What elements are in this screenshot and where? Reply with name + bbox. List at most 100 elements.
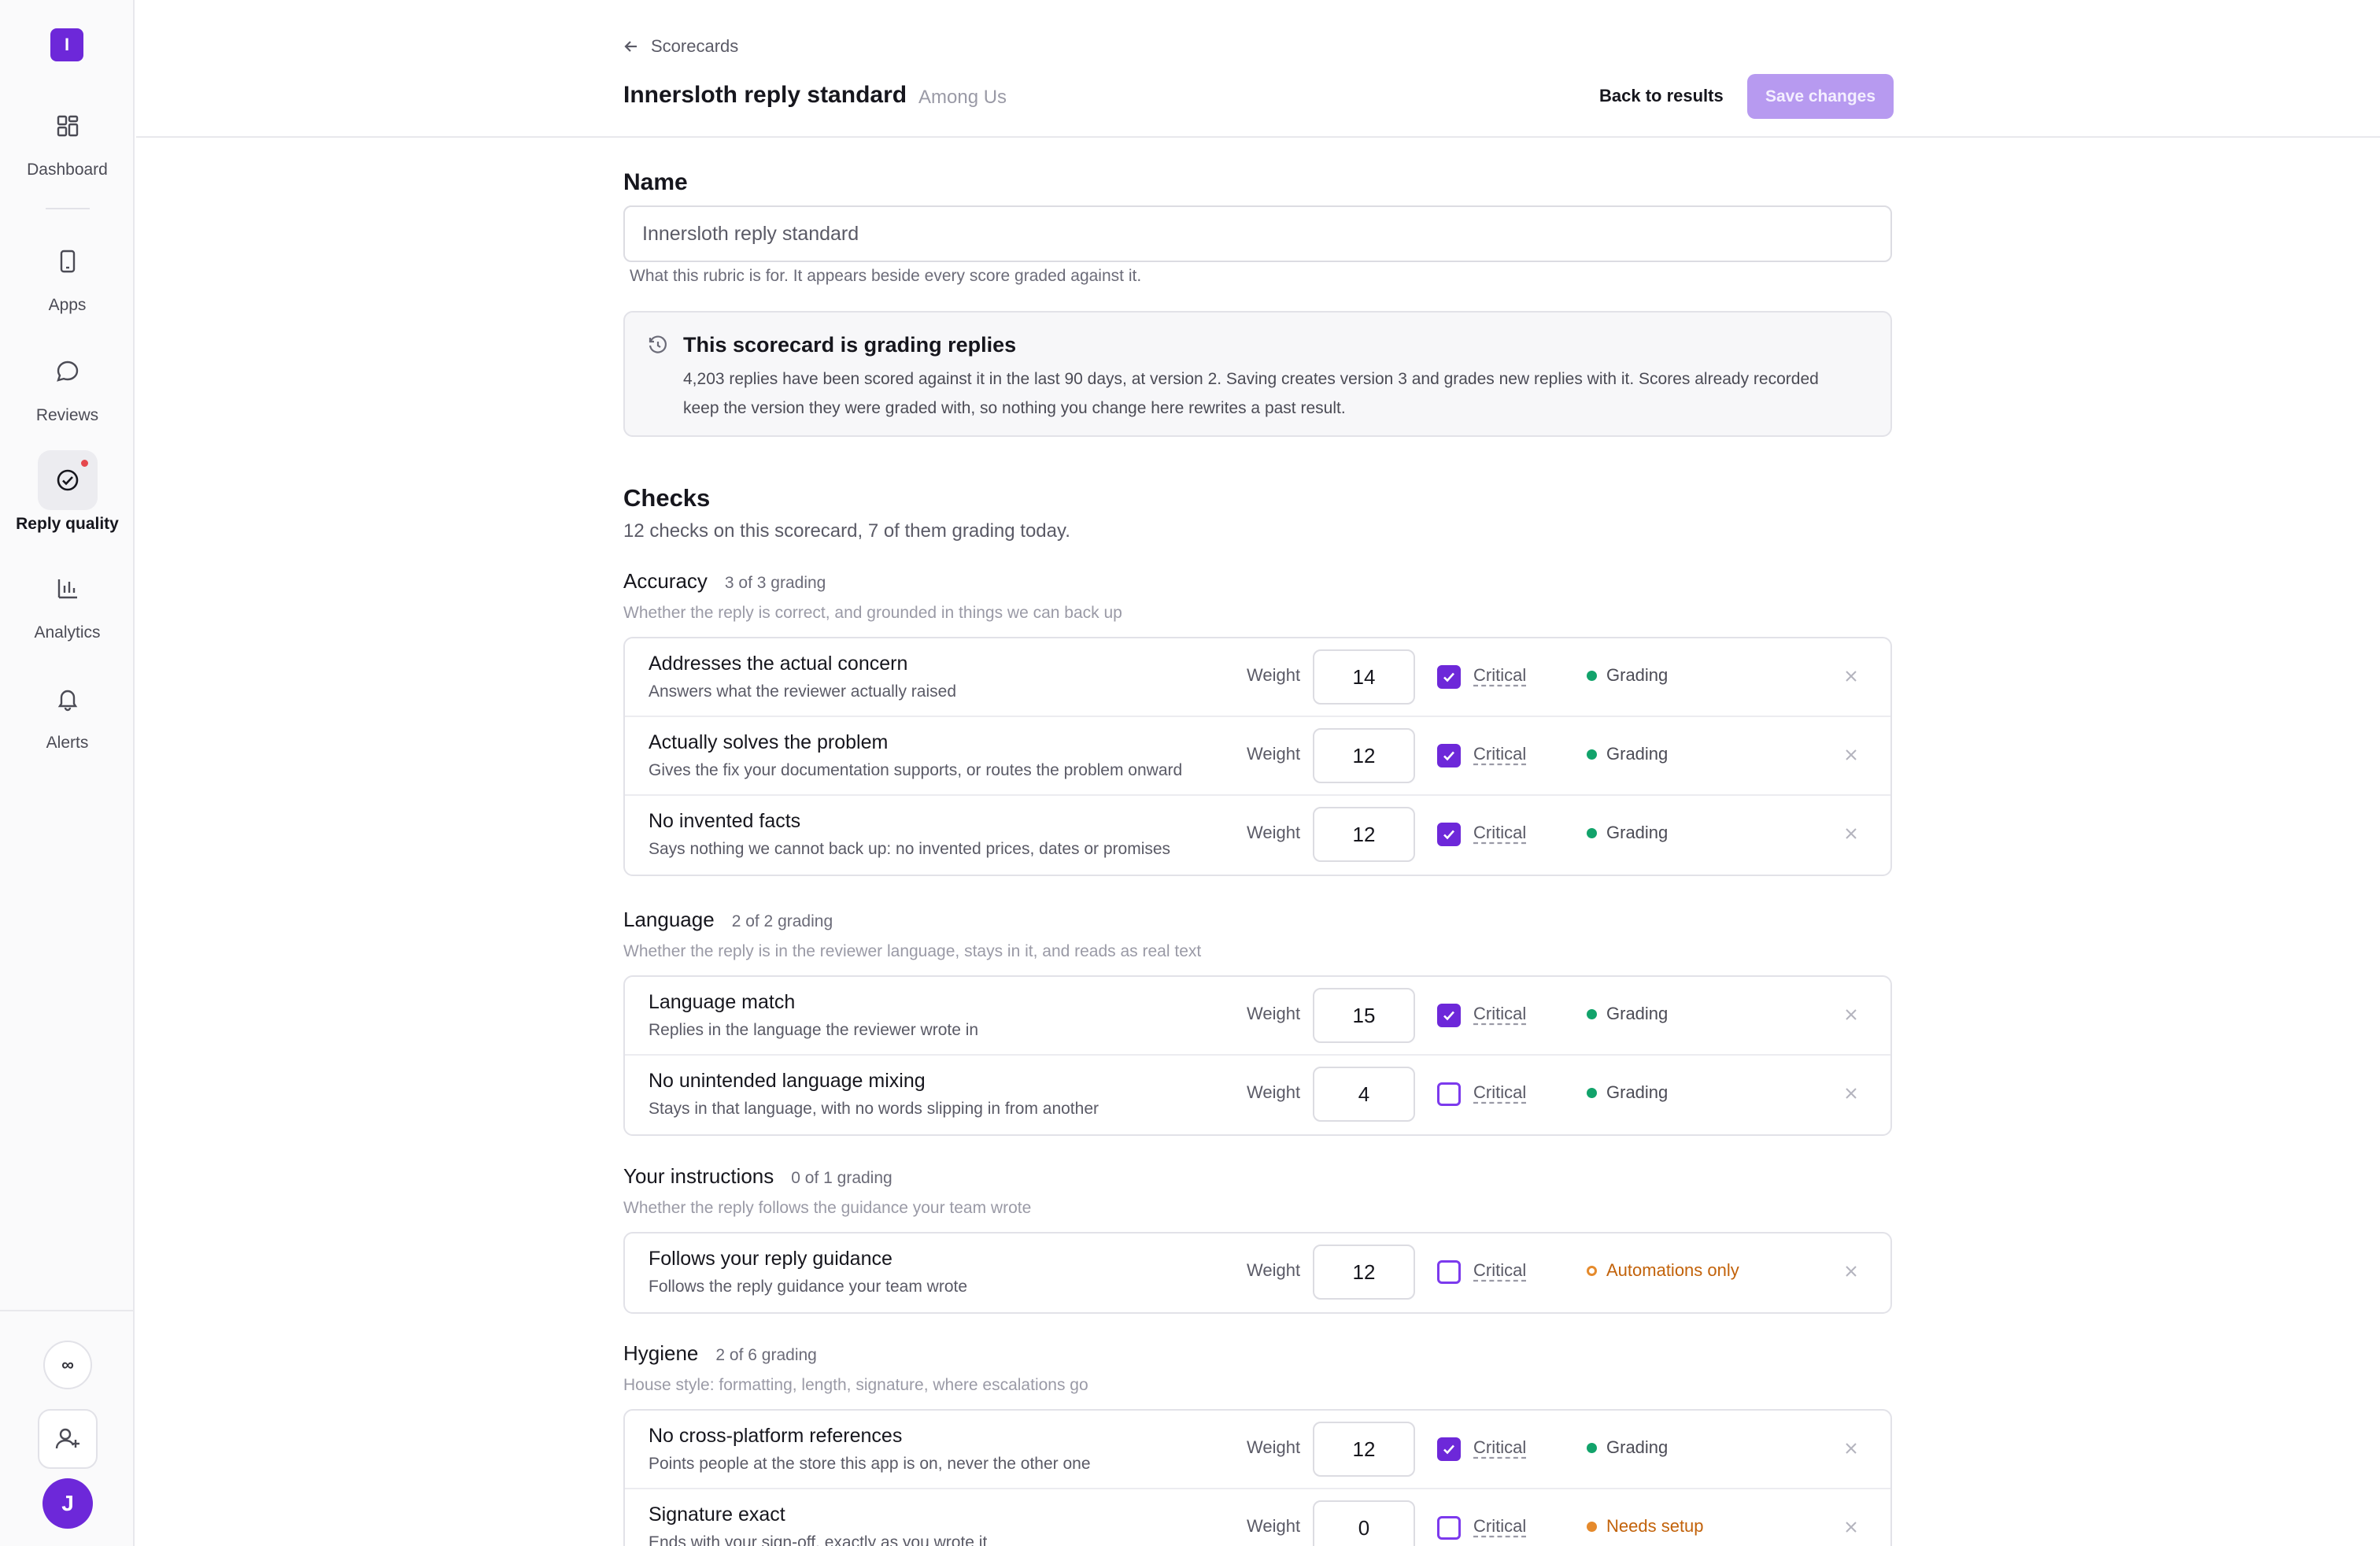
status-dot xyxy=(1587,749,1597,760)
check-title: No unintended language mixing xyxy=(649,1070,926,1092)
remove-check-button[interactable] xyxy=(1837,1513,1865,1541)
weight-label: Weight xyxy=(1247,1437,1301,1457)
check-description: Ends with your sign-off, exactly as you … xyxy=(649,1533,988,1546)
weight-input[interactable]: 12 xyxy=(1313,1422,1415,1477)
check-title: No invented facts xyxy=(649,810,801,832)
check-description: Answers what the reviewer actually raise… xyxy=(649,682,957,701)
save-changes-button[interactable]: Save changes xyxy=(1747,74,1894,119)
check-title: Actually solves the problem xyxy=(649,731,889,753)
status-label: Grading xyxy=(1606,744,1669,764)
weight-label: Weight xyxy=(1247,744,1301,764)
critical-checkbox[interactable] xyxy=(1437,1004,1461,1027)
critical-checkbox[interactable] xyxy=(1437,1437,1461,1461)
grading-info-banner: This scorecard is grading replies 4,203 … xyxy=(623,311,1892,437)
nav-dashboard[interactable]: Dashboard xyxy=(0,96,135,179)
back-to-results-button[interactable]: Back to results xyxy=(1587,74,1736,118)
group-description: Whether the reply is in the reviewer lan… xyxy=(623,942,1202,960)
remove-check-button[interactable] xyxy=(1837,819,1865,848)
weight-input[interactable]: 4 xyxy=(1313,1067,1415,1122)
name-help-text: What this rubric is for. It appears besi… xyxy=(630,267,1142,285)
nav-label: Apps xyxy=(48,296,87,314)
weight-input[interactable]: 12 xyxy=(1313,807,1415,862)
critical-checkbox[interactable] xyxy=(1437,744,1461,767)
status-label: Automations only xyxy=(1606,1260,1739,1280)
status-label: Grading xyxy=(1606,665,1669,685)
weight-input[interactable]: 14 xyxy=(1313,649,1415,705)
status-badge: Automations only xyxy=(1587,1260,1739,1281)
critical-checkbox[interactable] xyxy=(1437,1082,1461,1106)
status-label: Grading xyxy=(1606,1437,1669,1457)
weight-input[interactable]: 12 xyxy=(1313,1245,1415,1300)
remove-check-button[interactable] xyxy=(1837,1257,1865,1285)
infinity-button[interactable]: ∞ xyxy=(43,1341,92,1389)
weight-input[interactable]: 15 xyxy=(1313,988,1415,1043)
remove-check-button[interactable] xyxy=(1837,741,1865,769)
group-count: 2 of 2 grading xyxy=(731,912,833,930)
weight-input[interactable]: 0 xyxy=(1313,1500,1415,1546)
weight-label: Weight xyxy=(1247,1260,1301,1280)
weight-label: Weight xyxy=(1247,1082,1301,1102)
critical-label[interactable]: Critical xyxy=(1473,1260,1526,1281)
checks-card: No cross-platform references Points peop… xyxy=(623,1409,1892,1546)
check-row: Language match Replies in the language t… xyxy=(625,977,1890,1056)
critical-label[interactable]: Critical xyxy=(1473,744,1526,764)
check-title: Follows your reply guidance xyxy=(649,1248,893,1270)
checks-summary: 12 checks on this scorecard, 7 of them g… xyxy=(623,520,1070,542)
checks-heading: Checks xyxy=(623,484,711,512)
status-dot xyxy=(1587,1087,1597,1098)
nav-reviews[interactable]: Reviews xyxy=(0,342,135,425)
app-logo[interactable]: I xyxy=(50,28,83,61)
status-badge: Grading xyxy=(1587,1082,1668,1103)
check-row: Follows your reply guidance Follows the … xyxy=(625,1233,1890,1312)
group-count: 0 of 1 grading xyxy=(791,1169,893,1187)
checkmark-icon xyxy=(1443,751,1454,761)
remove-check-button[interactable] xyxy=(1837,1079,1865,1108)
weight-input[interactable]: 12 xyxy=(1313,728,1415,783)
weight-label: Weight xyxy=(1247,1516,1301,1536)
breadcrumb[interactable]: Scorecards xyxy=(623,36,738,57)
critical-label[interactable]: Critical xyxy=(1473,1004,1526,1024)
nav-label: Dashboard xyxy=(27,161,108,179)
check-title: Signature exact xyxy=(649,1503,785,1526)
add-user-icon xyxy=(55,1428,79,1449)
close-icon xyxy=(1846,1088,1857,1099)
group-count: 2 of 6 grading xyxy=(715,1346,817,1364)
nav-analytics[interactable]: Analytics xyxy=(0,559,135,642)
sidebar-divider xyxy=(0,1310,135,1311)
critical-checkbox[interactable] xyxy=(1437,665,1461,689)
status-label: Grading xyxy=(1606,1082,1669,1102)
status-badge: Grading xyxy=(1587,1004,1668,1024)
history-icon xyxy=(647,335,669,361)
group-name: Language xyxy=(623,908,715,931)
critical-label[interactable]: Critical xyxy=(1473,1082,1526,1103)
nav-apps[interactable]: Apps xyxy=(0,231,135,315)
critical-checkbox[interactable] xyxy=(1437,823,1461,846)
checks-card: Language match Replies in the language t… xyxy=(623,975,1892,1136)
group-description: Whether the reply is correct, and ground… xyxy=(623,604,1122,622)
critical-checkbox[interactable] xyxy=(1437,1516,1461,1540)
invite-user-button[interactable] xyxy=(38,1409,98,1469)
critical-label[interactable]: Critical xyxy=(1473,823,1526,843)
check-row: No unintended language mixing Stays in t… xyxy=(625,1056,1890,1134)
status-label: Grading xyxy=(1606,1004,1669,1023)
chat-bubble-icon xyxy=(38,342,98,401)
nav-divider xyxy=(46,208,90,209)
remove-check-button[interactable] xyxy=(1837,1000,1865,1029)
critical-label[interactable]: Critical xyxy=(1473,1437,1526,1458)
close-icon xyxy=(1846,749,1857,760)
critical-checkbox[interactable] xyxy=(1437,1260,1461,1284)
critical-label[interactable]: Critical xyxy=(1473,665,1526,686)
critical-label[interactable]: Critical xyxy=(1473,1516,1526,1537)
group-header: Hygiene 2 of 6 grading xyxy=(623,1341,817,1366)
nav-alerts[interactable]: Alerts xyxy=(0,669,135,753)
status-badge: Grading xyxy=(1587,1437,1668,1458)
notification-dot xyxy=(79,458,90,468)
remove-check-button[interactable] xyxy=(1837,1434,1865,1463)
name-input[interactable] xyxy=(623,205,1892,262)
group-header: Accuracy 3 of 3 grading xyxy=(623,569,826,594)
check-row: No invented facts Says nothing we cannot… xyxy=(625,796,1890,875)
status-badge: Grading xyxy=(1587,665,1668,686)
remove-check-button[interactable] xyxy=(1837,662,1865,690)
user-avatar[interactable]: J xyxy=(42,1478,93,1529)
nav-reply-quality[interactable]: Reply quality xyxy=(0,450,135,534)
